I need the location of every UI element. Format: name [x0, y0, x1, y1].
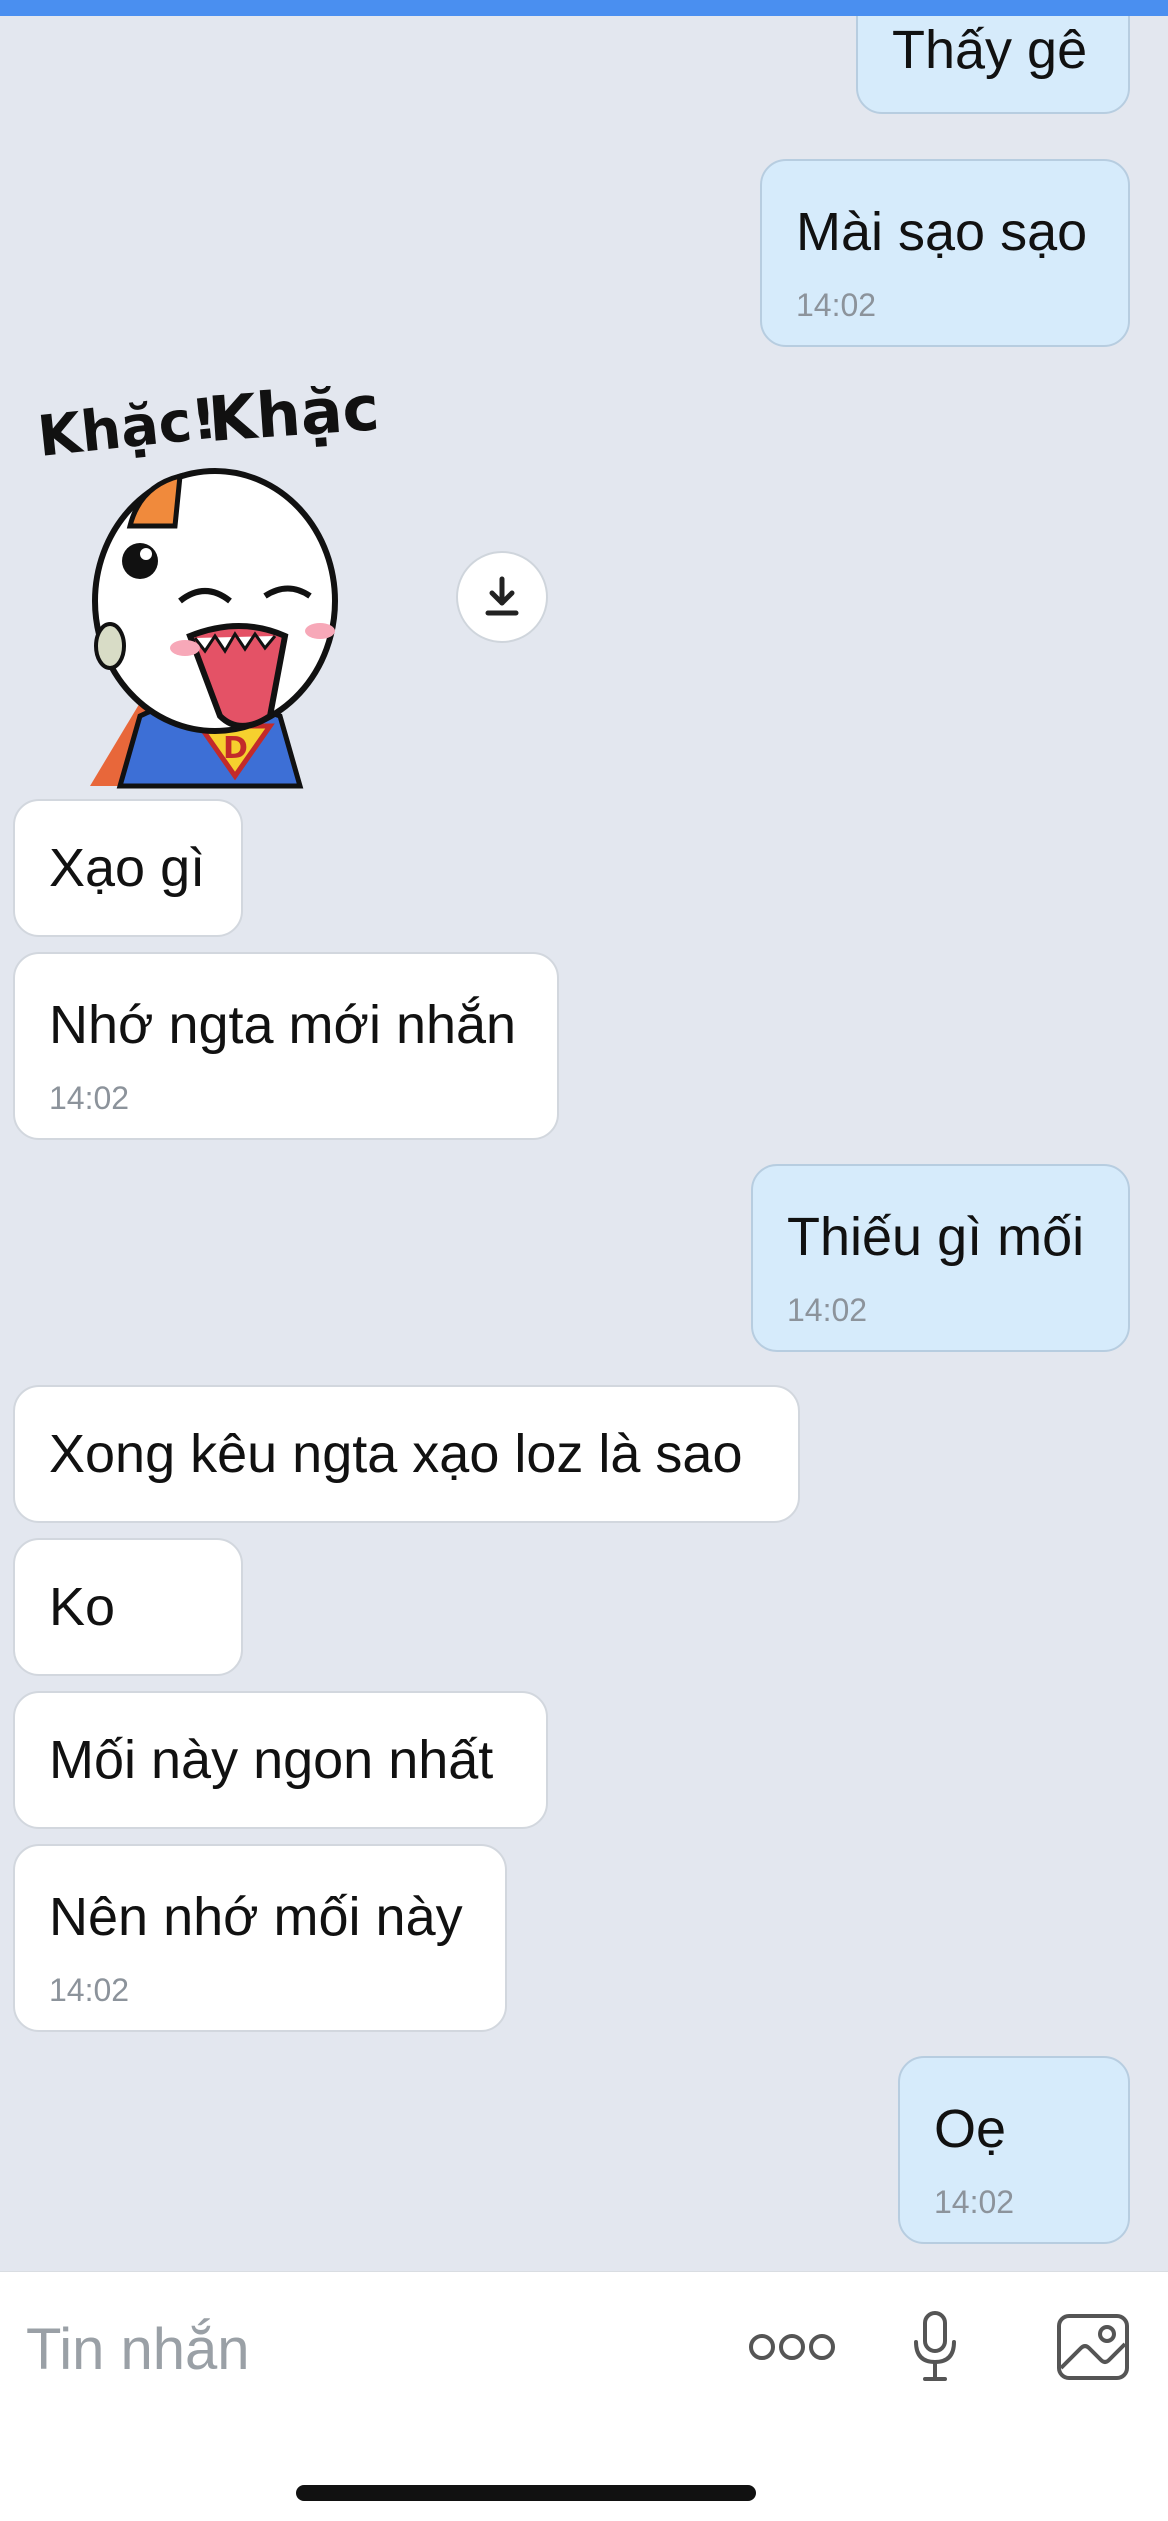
- download-icon: [485, 576, 519, 616]
- message-text: Nhớ ngta mới nhắn: [49, 995, 517, 1055]
- message-timestamp: 14:02: [49, 1080, 130, 1116]
- message-bubble-outgoing[interactable]: Mài sạo sạo 14:02: [760, 159, 1130, 347]
- message-text: Xạo gì: [49, 838, 206, 898]
- message-text: Thấy gê: [892, 20, 1088, 80]
- message-bubble-incoming[interactable]: Ko: [13, 1538, 243, 1676]
- top-status-strip: [0, 0, 1168, 16]
- message-text: Nên nhớ mối này: [49, 1887, 463, 1947]
- message-bubble-incoming[interactable]: Nhớ ngta mới nhắn 14:02: [13, 952, 559, 1140]
- message-bubble-incoming[interactable]: Xạo gì: [13, 799, 243, 937]
- message-timestamp: 14:02: [934, 2184, 1015, 2220]
- home-indicator: [296, 2485, 756, 2501]
- more-options-icon: [749, 2334, 835, 2360]
- image-icon: [1057, 2314, 1129, 2380]
- message-text: Thiếu gì mối: [787, 1207, 1085, 1267]
- voice-button[interactable]: [895, 2302, 975, 2392]
- message-bubble-outgoing[interactable]: Thấy gê: [856, 16, 1130, 114]
- message-bubble-outgoing[interactable]: Oẹ 14:02: [898, 2056, 1130, 2244]
- microphone-icon: [914, 2311, 956, 2381]
- image-picker-button[interactable]: [1048, 2302, 1138, 2392]
- message-timestamp: 14:02: [49, 1972, 130, 2008]
- message-bubble-incoming[interactable]: Nên nhớ mối này 14:02: [13, 1844, 507, 2032]
- svg-text:Khặc!: Khặc!: [35, 386, 221, 469]
- message-input[interactable]: Tin nhắn: [26, 2316, 250, 2383]
- message-bubble-outgoing[interactable]: Thiếu gì mối 14:02: [751, 1164, 1130, 1352]
- message-timestamp: 14:02: [787, 1292, 868, 1328]
- message-text: Mài sạo sạo: [796, 202, 1088, 262]
- message-text: Oẹ: [934, 2099, 1007, 2159]
- message-bubble-incoming[interactable]: Xong kêu ngta xạo loz là sao: [13, 1385, 800, 1523]
- message-text: Mối này ngon nhất: [49, 1730, 494, 1790]
- download-button[interactable]: [456, 551, 548, 643]
- more-options-button[interactable]: [742, 2312, 842, 2382]
- svg-text:D: D: [223, 731, 248, 766]
- svg-text:Khặc!: Khặc!: [206, 386, 380, 456]
- message-timestamp: 14:02: [796, 287, 877, 323]
- message-bubble-incoming[interactable]: Mối này ngon nhất: [13, 1691, 548, 1829]
- chat-message-list[interactable]: Thấy gê Mài sạo sạo 14:02 Khặc! Khặc! D: [0, 16, 1168, 2271]
- message-text: Xong kêu ngta xạo loz là sao: [49, 1424, 743, 1484]
- message-text: Ko: [49, 1577, 116, 1637]
- sticker-message[interactable]: Khặc! Khặc! D: [30, 369, 410, 806]
- message-composer: Tin nhắn: [0, 2271, 1168, 2521]
